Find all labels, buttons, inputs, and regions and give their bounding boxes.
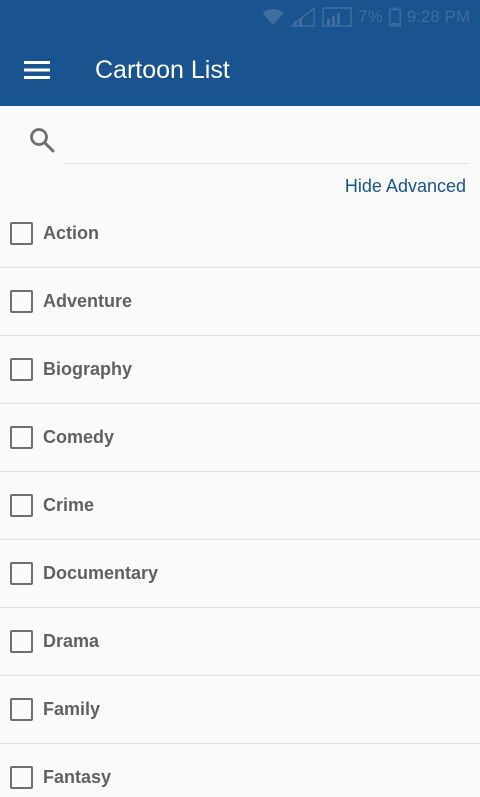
- genre-label: Documentary: [43, 563, 159, 583]
- hamburger-menu-icon: [24, 61, 50, 79]
- genre-label: Action: [43, 223, 99, 243]
- app-bar: 7% 9:28 PM Cartoon List: [0, 0, 480, 106]
- genre-label: Crime: [43, 495, 95, 515]
- signal-icon: [322, 7, 352, 27]
- status-time: 9:28 PM: [406, 7, 470, 26]
- signal-icon: [290, 7, 316, 27]
- genre-item-family[interactable]: Family: [0, 676, 480, 744]
- hide-advanced-link[interactable]: Hide Advanced: [345, 176, 466, 197]
- toolbar: Cartoon List: [0, 34, 480, 106]
- genre-checkbox[interactable]: [10, 494, 33, 517]
- search-icon: [28, 126, 56, 154]
- genre-item-documentary[interactable]: Documentary: [0, 540, 480, 608]
- genre-label: Fantasy: [43, 767, 112, 787]
- genre-list: Action Adventure Biography Comedy Crime …: [0, 200, 480, 797]
- genre-label: Drama: [43, 631, 100, 651]
- genre-item-fantasy[interactable]: Fantasy: [0, 744, 480, 797]
- search-input[interactable]: [64, 120, 469, 164]
- genre-item-biography[interactable]: Biography: [0, 336, 480, 404]
- genre-checkbox[interactable]: [10, 698, 33, 721]
- genre-label: Adventure: [43, 291, 133, 311]
- genre-label: Family: [43, 699, 101, 719]
- genre-checkbox[interactable]: [10, 358, 33, 381]
- status-bar: 7% 9:28 PM: [0, 0, 480, 34]
- search-bar: [0, 106, 480, 164]
- page-title: Cartoon List: [95, 55, 230, 84]
- menu-button[interactable]: [0, 34, 76, 106]
- genre-checkbox[interactable]: [10, 222, 33, 245]
- genre-item-comedy[interactable]: Comedy: [0, 404, 480, 472]
- genre-checkbox[interactable]: [10, 562, 33, 585]
- battery-percent: 7%: [358, 7, 383, 26]
- genre-item-drama[interactable]: Drama: [0, 608, 480, 676]
- genre-checkbox[interactable]: [10, 426, 33, 449]
- battery-icon: [388, 7, 401, 27]
- wifi-icon: [262, 8, 284, 26]
- genre-checkbox[interactable]: [10, 766, 33, 789]
- genre-label: Biography: [43, 359, 133, 379]
- genre-label: Comedy: [43, 427, 115, 447]
- genre-item-crime[interactable]: Crime: [0, 472, 480, 540]
- genre-item-adventure[interactable]: Adventure: [0, 268, 480, 336]
- genre-checkbox[interactable]: [10, 630, 33, 653]
- genre-checkbox[interactable]: [10, 290, 33, 313]
- genre-item-action[interactable]: Action: [0, 200, 480, 268]
